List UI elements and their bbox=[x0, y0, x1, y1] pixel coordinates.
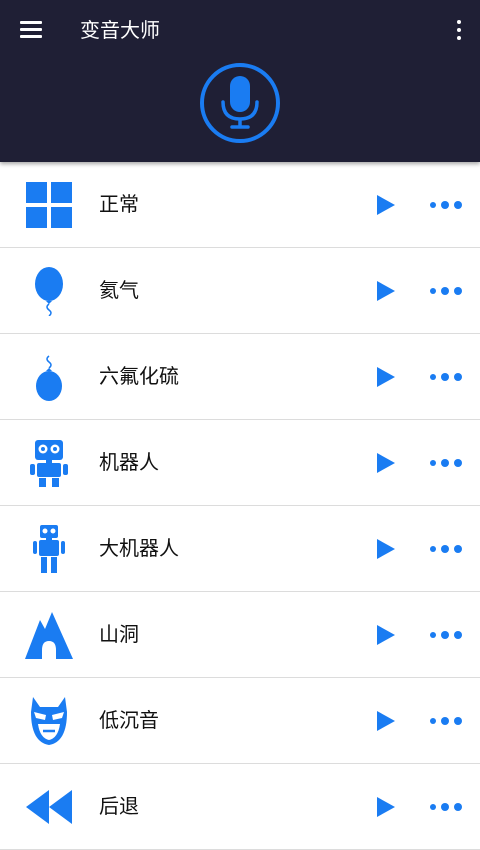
vertical-dots-icon-dot bbox=[457, 28, 461, 32]
effect-item-cave[interactable]: 山洞 bbox=[0, 592, 480, 678]
play-icon[interactable] bbox=[372, 192, 398, 218]
more-options-icon[interactable] bbox=[428, 712, 464, 730]
more-options-icon[interactable] bbox=[428, 798, 464, 816]
robot-icon bbox=[30, 440, 68, 487]
balloon-icon bbox=[35, 267, 63, 316]
effect-item-sf6[interactable]: 六氟化硫 bbox=[0, 334, 480, 420]
effect-label: 机器人 bbox=[99, 450, 159, 474]
more-options-icon[interactable] bbox=[428, 196, 464, 214]
effect-label: 氦气 bbox=[99, 278, 139, 302]
vertical-dots-icon bbox=[457, 20, 461, 24]
play-icon[interactable] bbox=[372, 794, 398, 820]
effect-label: 正常 bbox=[99, 192, 139, 216]
heavy-balloon-icon bbox=[36, 355, 62, 401]
effect-item-big-robot[interactable]: 大机器人 bbox=[0, 506, 480, 592]
tall-robot-icon bbox=[33, 525, 65, 573]
effect-item-robot[interactable]: 机器人 bbox=[0, 420, 480, 506]
vertical-dots-icon-dot bbox=[457, 36, 461, 40]
more-options-icon[interactable] bbox=[428, 626, 464, 644]
effect-label: 低沉音 bbox=[99, 708, 159, 732]
app-bar: 变音大师 bbox=[0, 0, 480, 162]
app-title: 变音大师 bbox=[80, 18, 160, 42]
rewind-icon bbox=[26, 790, 72, 824]
play-icon[interactable] bbox=[372, 708, 398, 734]
mask-icon bbox=[31, 697, 67, 745]
effect-label: 大机器人 bbox=[99, 536, 179, 560]
effect-item-deep-voice[interactable]: 低沉音 bbox=[0, 678, 480, 764]
play-icon[interactable] bbox=[372, 536, 398, 562]
play-icon[interactable] bbox=[372, 450, 398, 476]
hamburger-menu-icon-line bbox=[20, 35, 42, 38]
effect-item-normal[interactable]: 正常 bbox=[0, 162, 480, 248]
menu-button[interactable] bbox=[18, 18, 44, 42]
cave-icon bbox=[25, 612, 73, 659]
record-button[interactable] bbox=[199, 62, 281, 144]
effect-item-helium[interactable]: 氦气 bbox=[0, 248, 480, 334]
overflow-menu-button[interactable] bbox=[454, 18, 464, 42]
effect-list: 正常 氦气 六氟化硫 机器人 大机器人 山洞 低沉音 后退 bbox=[0, 162, 480, 850]
play-icon[interactable] bbox=[372, 278, 398, 304]
hamburger-menu-icon-line bbox=[20, 28, 42, 31]
more-options-icon[interactable] bbox=[428, 540, 464, 558]
grid-icon bbox=[26, 182, 72, 228]
more-options-icon[interactable] bbox=[428, 282, 464, 300]
effect-label: 山洞 bbox=[99, 622, 139, 646]
more-options-icon[interactable] bbox=[428, 368, 464, 386]
play-icon[interactable] bbox=[372, 364, 398, 390]
play-icon[interactable] bbox=[372, 622, 398, 648]
effect-label: 六氟化硫 bbox=[99, 364, 179, 388]
effect-label: 后退 bbox=[99, 794, 139, 818]
effect-item-reverse[interactable]: 后退 bbox=[0, 764, 480, 850]
more-options-icon[interactable] bbox=[428, 454, 464, 472]
hamburger-menu-icon bbox=[20, 21, 42, 24]
microphone-icon bbox=[200, 63, 280, 143]
